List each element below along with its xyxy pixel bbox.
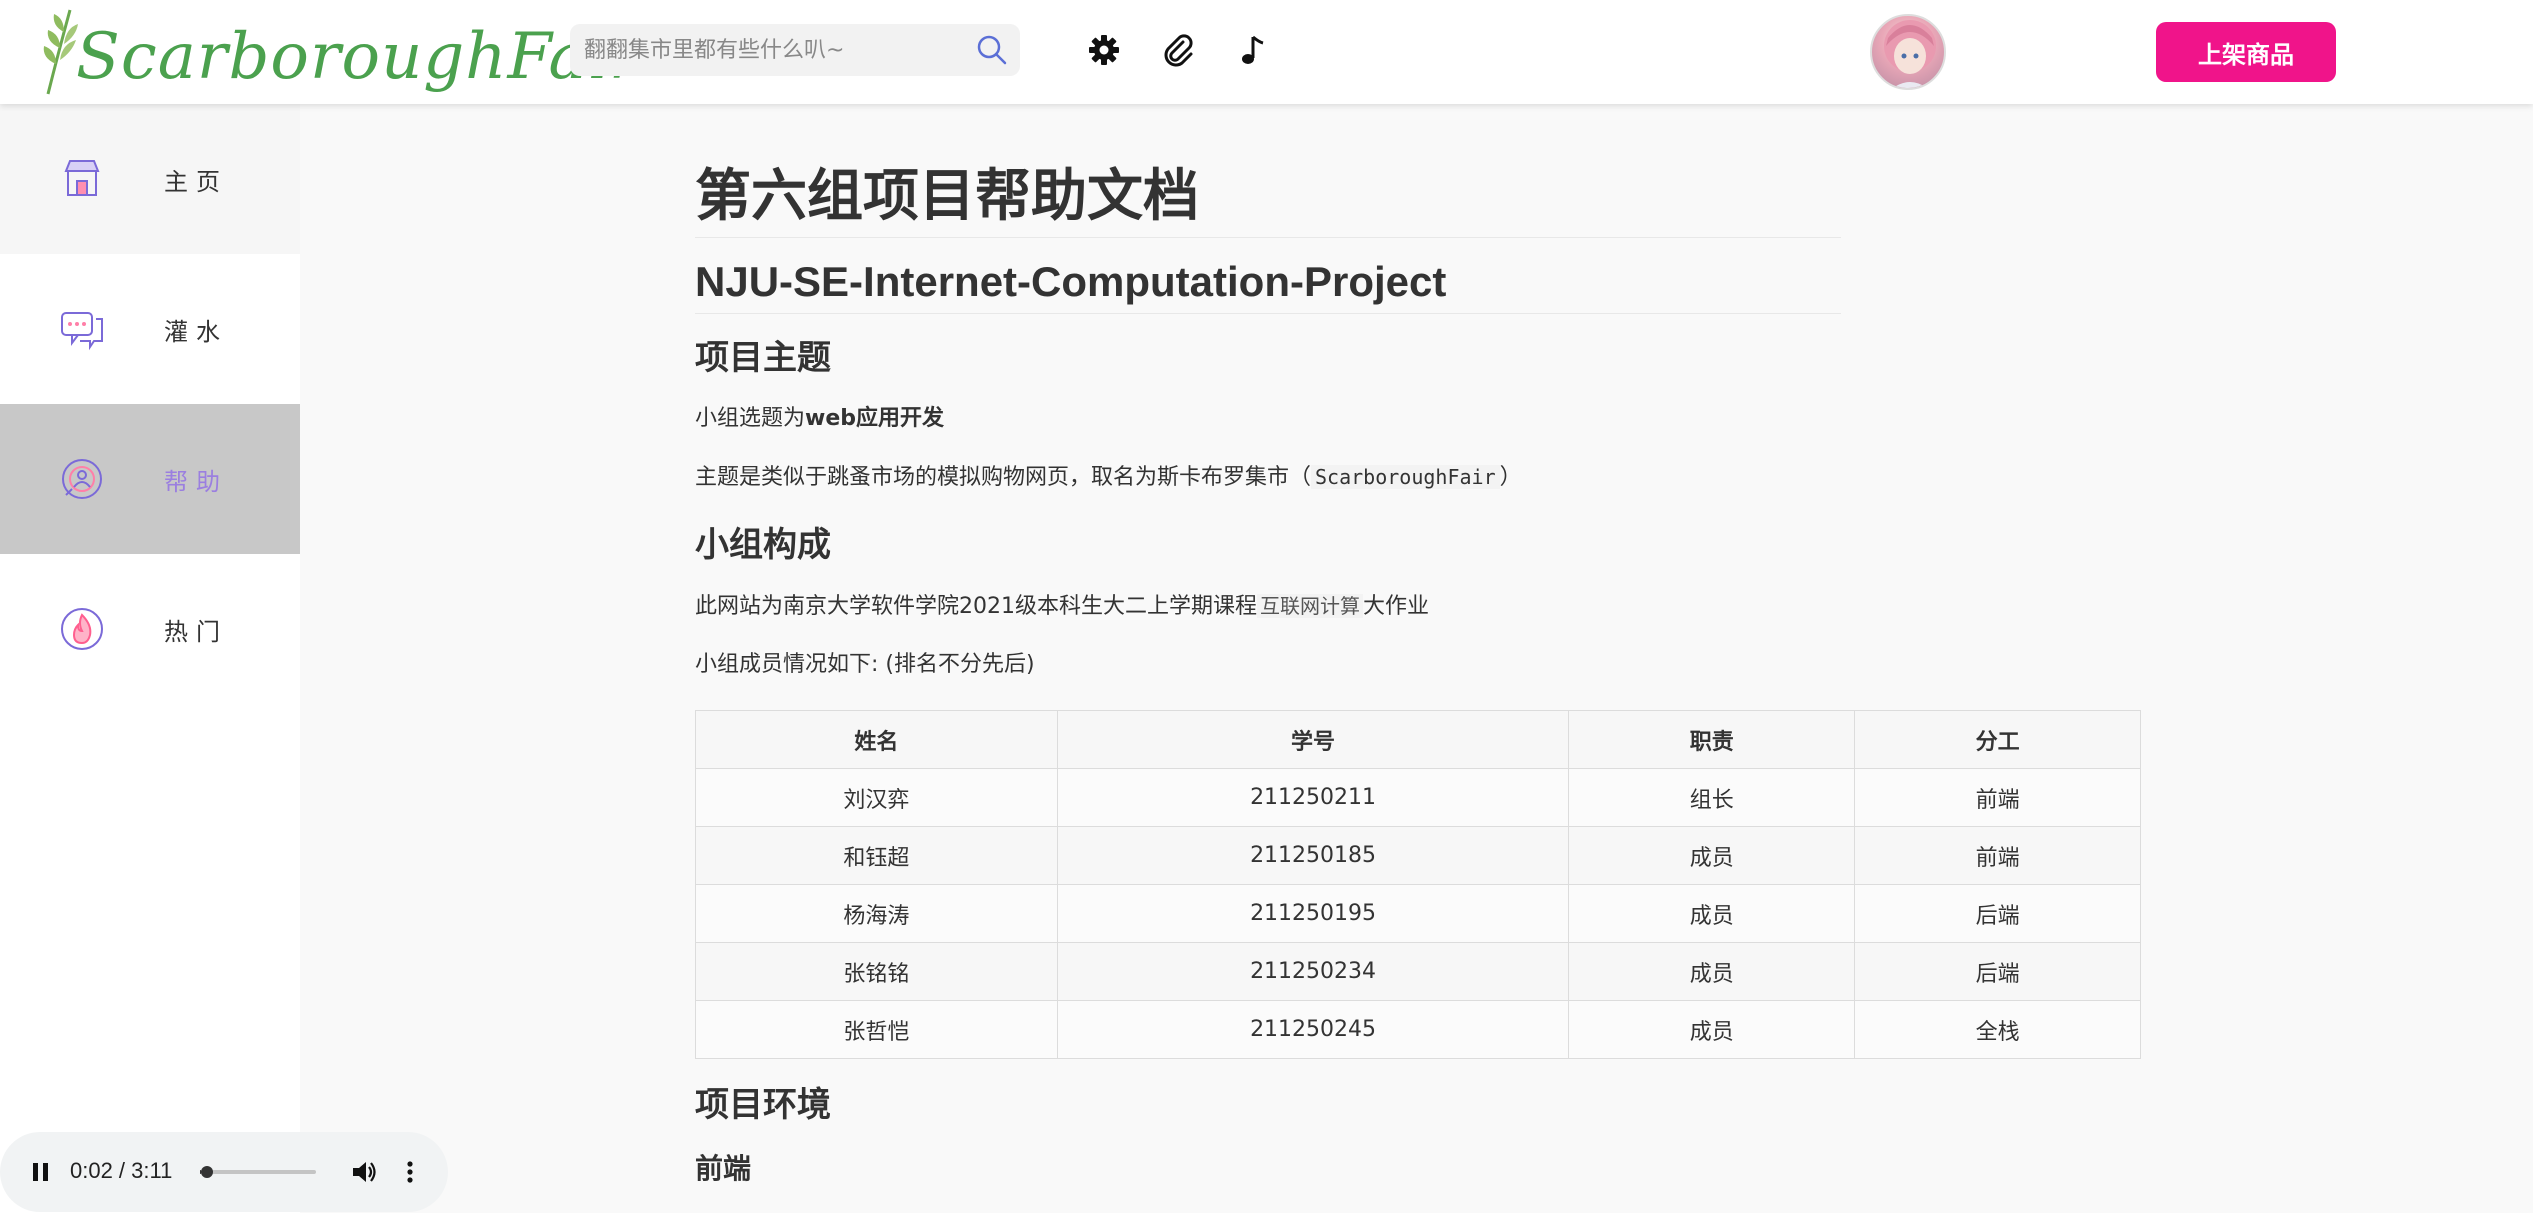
members-table: 姓名 学号 职责 分工 刘汉弈 211250211 组长 前端 和钰超 2112…	[695, 710, 2141, 1059]
sidebar: 主页 灌水 帮助 热门	[0, 104, 300, 1213]
table-row: 张铭铭 211250234 成员 后端	[695, 942, 2141, 1001]
search-icon[interactable]	[974, 32, 1010, 68]
table-cell: 211250195	[1056, 884, 1570, 943]
group-text: 此网站为南京大学软件学院2021级本科生大二上学期课程	[695, 594, 1257, 619]
chat-icon	[61, 312, 103, 351]
section-topic-heading: 项目主题	[695, 338, 831, 378]
table-cell: 前端	[1854, 826, 2141, 885]
logo-text: ScarboroughFair	[76, 20, 641, 94]
volume-icon[interactable]	[350, 1158, 378, 1186]
group-paragraph-2: 小组成员情况如下: (排名不分先后)	[695, 652, 1035, 677]
topic-paragraph-1: 小组选题为web应用开发	[695, 402, 2145, 436]
table-cell: 前端	[1854, 768, 2141, 827]
table-cell: 后端	[1854, 884, 2141, 943]
search-input[interactable]	[584, 24, 964, 76]
topic-bold: web应用开发	[805, 406, 945, 431]
flame-icon	[61, 608, 103, 650]
table-header: 职责	[1568, 710, 1856, 769]
section-frontend-heading: 前端	[695, 1152, 752, 1185]
table-cell: 211250234	[1056, 942, 1570, 1001]
table-cell: 成员	[1568, 884, 1856, 943]
inline-code: ScarboroughFair	[1311, 465, 1500, 489]
table-header: 学号	[1056, 710, 1570, 769]
audio-player: 0:02 / 3:11	[0, 1132, 448, 1212]
seek-bar[interactable]	[200, 1166, 316, 1178]
paperclip-icon[interactable]	[1158, 30, 1198, 70]
table-cell: 后端	[1854, 942, 2141, 1001]
table-row: 刘汉弈 211250211 组长 前端	[695, 768, 2141, 827]
main-content: 第六组项目帮助文档 NJU-SE-Internet-Computation-Pr…	[300, 104, 2533, 1213]
help-icon	[62, 459, 102, 499]
table-cell: 组长	[1568, 768, 1856, 827]
site-logo[interactable]: ScarboroughFair	[38, 4, 640, 100]
doc-subtitle: NJU-SE-Internet-Computation-Project	[695, 258, 1841, 314]
user-avatar[interactable]	[1870, 14, 1946, 90]
table-row: 杨海涛 211250195 成员 后端	[695, 884, 2141, 943]
shop-icon	[64, 160, 100, 196]
sidebar-item-hot[interactable]: 热门	[0, 554, 300, 704]
group-paragraph-1: 此网站为南京大学软件学院2021级本科生大二上学期课程 互联网计算 大作业	[695, 589, 2145, 624]
table-cell: 成员	[1568, 826, 1856, 885]
gear-icon[interactable]	[1084, 30, 1124, 70]
sidebar-item-label: 灌水	[164, 317, 228, 346]
table-cell: 张铭铭	[695, 942, 1058, 1001]
section-env-heading: 项目环境	[695, 1085, 831, 1125]
music-note-icon[interactable]	[1234, 30, 1274, 70]
table-cell: 成员	[1568, 942, 1856, 1001]
table-cell: 211250245	[1056, 1000, 1570, 1059]
doc-title: 第六组项目帮助文档	[695, 164, 1841, 238]
table-cell: 211250185	[1056, 826, 1570, 885]
top-header: ScarboroughFair 翻翻集市里都有些什么叭~ 上架商品	[0, 0, 2533, 104]
section-group-heading: 小组构成	[695, 525, 831, 565]
search-box	[570, 24, 1020, 76]
seek-bar-handle[interactable]	[201, 1166, 214, 1178]
table-header: 姓名	[695, 710, 1058, 769]
table-cell: 和钰超	[695, 826, 1058, 885]
more-options-icon[interactable]	[404, 1158, 416, 1186]
table-cell: 211250211	[1056, 768, 1570, 827]
help-document: 第六组项目帮助文档 NJU-SE-Internet-Computation-Pr…	[695, 164, 2145, 1191]
table-cell: 杨海涛	[695, 884, 1058, 943]
sidebar-item-chat[interactable]: 灌水	[0, 254, 300, 404]
topic-text: ）	[1499, 465, 1522, 490]
group-text: 大作业	[1363, 594, 1430, 619]
sidebar-item-help[interactable]: 帮助	[0, 404, 300, 554]
table-cell: 成员	[1568, 1000, 1856, 1059]
playback-time: 0:02 / 3:11	[70, 1158, 173, 1183]
table-row: 和钰超 211250185 成员 前端	[695, 826, 2141, 885]
publish-item-button[interactable]: 上架商品	[2156, 22, 2336, 82]
sidebar-item-label: 热门	[164, 617, 228, 646]
table-header-row: 姓名 学号 职责 分工	[695, 710, 2141, 769]
topic-text: 小组选题为	[695, 406, 806, 431]
table-header: 分工	[1854, 710, 2141, 769]
table-cell: 全栈	[1854, 1000, 2141, 1059]
topic-text: 主题是类似于跳蚤市场的模拟购物网页，取名为斯卡布罗集市（	[695, 465, 1312, 490]
table-cell: 张哲恺	[695, 1000, 1058, 1059]
sidebar-item-home[interactable]: 主页	[0, 104, 300, 254]
pause-icon[interactable]	[30, 1160, 52, 1184]
table-row: 张哲恺 211250245 成员 全栈	[695, 1000, 2141, 1059]
topic-paragraph-2: 主题是类似于跳蚤市场的模拟购物网页，取名为斯卡布罗集市（ ScarboroughF…	[695, 460, 2145, 495]
table-cell: 刘汉弈	[695, 768, 1058, 827]
inline-code: 互联网计算	[1257, 594, 1363, 618]
sidebar-item-label: 主页	[164, 167, 228, 196]
sidebar-item-label: 帮助	[164, 467, 228, 496]
